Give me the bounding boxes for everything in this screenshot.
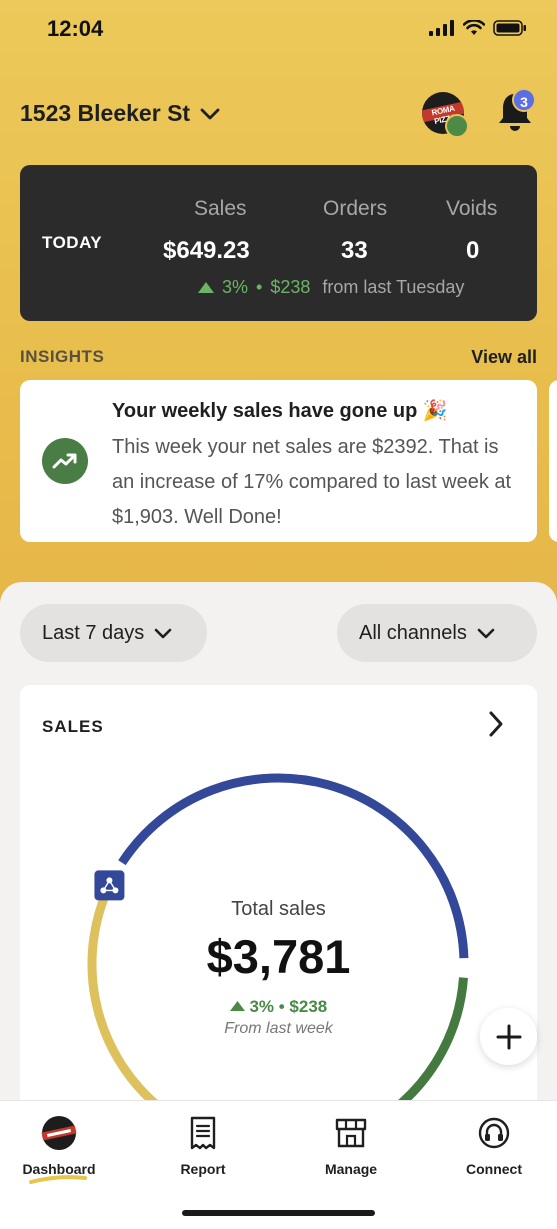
- share-nodes-icon: [94, 870, 125, 901]
- wifi-icon: [463, 20, 485, 35]
- next-insight-card[interactable]: [549, 380, 557, 542]
- store-selector[interactable]: 1523 Bleeker St: [20, 100, 220, 127]
- status-bar: 12:04: [0, 0, 557, 60]
- sales-value: $649.23: [163, 237, 250, 264]
- battery-icon: [493, 20, 526, 36]
- store-icon: [333, 1115, 369, 1151]
- plus-icon: [496, 1024, 521, 1049]
- store-name: 1523 Bleeker St: [20, 100, 191, 126]
- today-change: 3% • $238 from last Tuesday: [198, 277, 464, 298]
- receipt-icon: [185, 1115, 221, 1151]
- sales-card[interactable]: SALES Total sales $3,781 3% • $238 From …: [20, 685, 537, 1125]
- today-label: TODAY: [42, 233, 103, 252]
- sales-heading: Sales: [194, 197, 247, 220]
- status-time: 12:04: [47, 16, 104, 41]
- chevron-down-icon: [477, 628, 495, 638]
- nav-report-label: Report: [180, 1161, 226, 1177]
- insight-body: This week your net sales are $2392. That…: [112, 436, 512, 528]
- trending-up-icon: [42, 438, 88, 484]
- headset-icon: [476, 1115, 512, 1151]
- app-header: 1523 Bleeker St ROMA PIZZA 3: [20, 88, 537, 140]
- arrow-up-icon: [198, 282, 214, 293]
- dashboard-logo-icon: [41, 1115, 77, 1151]
- channel-filter[interactable]: All channels: [337, 604, 537, 662]
- voids-heading: Voids: [446, 197, 498, 220]
- today-summary-card: TODAY Sales $649.23 Orders 33 Voids 0 3%…: [20, 165, 537, 321]
- status-icons: [429, 20, 527, 36]
- period-filter[interactable]: Last 7 days: [20, 604, 207, 662]
- today-change-amount: $238: [270, 277, 311, 297]
- add-button[interactable]: [480, 1008, 537, 1065]
- active-tab-underline: [29, 1175, 87, 1184]
- nav-dashboard[interactable]: Dashboard: [4, 1115, 114, 1177]
- bullet-separator: •: [256, 277, 263, 297]
- today-change-pct: 3%: [222, 277, 249, 297]
- total-sales-value: $3,781: [206, 930, 351, 983]
- insights-title: INSIGHTS: [20, 347, 105, 366]
- home-indicator: [182, 1210, 375, 1216]
- nav-manage-label: Manage: [324, 1161, 378, 1177]
- chevron-down-icon: [154, 628, 172, 638]
- nav-connect[interactable]: Connect: [439, 1115, 549, 1177]
- nav-manage[interactable]: Manage: [296, 1115, 406, 1177]
- orders-heading: Orders: [323, 197, 388, 220]
- signal-icon: [429, 20, 454, 36]
- notification-badge: 3: [512, 88, 536, 112]
- chevron-down-icon: [200, 108, 220, 119]
- nav-report[interactable]: Report: [148, 1115, 258, 1177]
- total-sales-change: 3% • $238: [20, 997, 537, 1017]
- channel-filter-label: All channels: [359, 621, 467, 644]
- today-change-from: from last Tuesday: [322, 277, 465, 297]
- view-all-link[interactable]: View all: [471, 347, 537, 368]
- total-sales-change-text: 3% • $238: [249, 997, 328, 1016]
- period-filter-label: Last 7 days: [42, 621, 145, 644]
- total-sales-from: From last week: [224, 1020, 333, 1037]
- insight-card[interactable]: Your weekly sales have gone up 🎉 This we…: [20, 380, 537, 542]
- voids-value: 0: [466, 237, 480, 264]
- online-status-dot: [445, 114, 469, 138]
- orders-value: 33: [341, 237, 368, 264]
- arrow-up-icon: [229, 1001, 245, 1011]
- nav-connect-label: Connect: [466, 1161, 522, 1177]
- total-sales-label: Total sales: [231, 898, 326, 920]
- insight-heading: Your weekly sales have gone up 🎉: [112, 400, 448, 422]
